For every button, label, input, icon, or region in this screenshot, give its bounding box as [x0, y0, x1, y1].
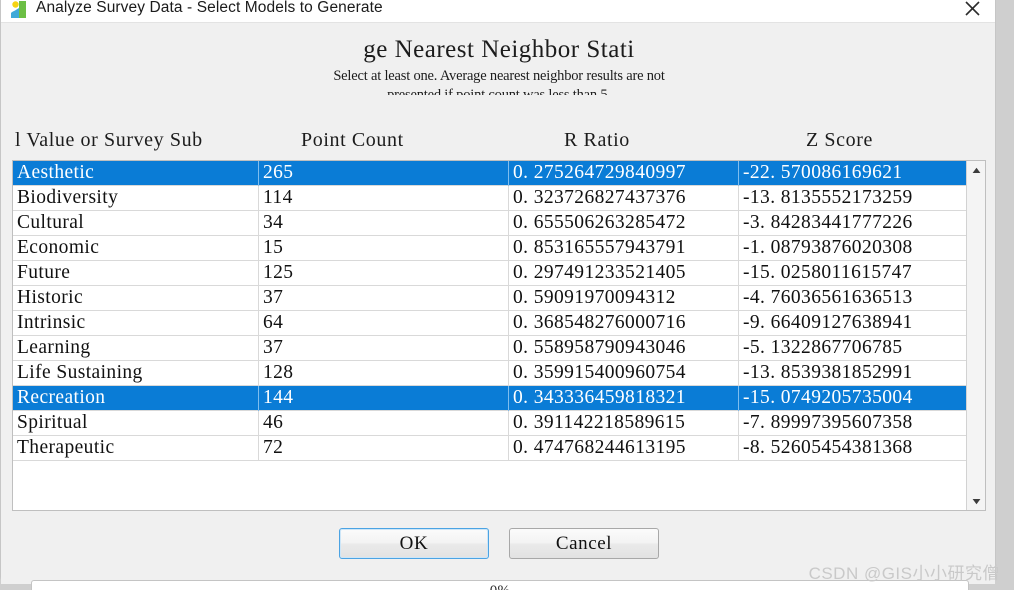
cell-point-count: 114 [259, 186, 509, 211]
close-icon [964, 0, 981, 17]
cell-name: Biodiversity [13, 186, 259, 211]
cell-r-ratio: 0. 655506263285472 [509, 211, 739, 236]
scroll-down-button[interactable] [967, 492, 985, 510]
dialog-body: ge Nearest Neighbor Stati Select at leas… [1, 22, 997, 590]
title-bar: Analyze Survey Data - Select Models to G… [1, 0, 995, 22]
cell-r-ratio: 0. 474768244613195 [509, 436, 739, 461]
table-row[interactable]: Learning 37 0. 558958790943046 -5. 13228677… [13, 336, 966, 361]
cell-name: Intrinsic [13, 311, 259, 336]
cell-r-ratio: 0. 343336459818321 [509, 386, 739, 411]
cell-r-ratio: 0. 323726827437376 [509, 186, 739, 211]
cell-z-score: -9. 66409127638941 [743, 312, 913, 333]
ok-button[interactable]: OK [339, 528, 489, 559]
cell-name: Spiritual [13, 411, 259, 436]
cell-point-count: 265 [259, 161, 509, 186]
table-row[interactable]: Historic 37 0. 59091970094312 -4. 760365616… [13, 286, 966, 311]
cell-point-count: 46 [259, 411, 509, 436]
column-header-name[interactable]: l Value or Survey Sub [15, 129, 203, 152]
dialog-buttons: OK Cancel [1, 528, 997, 559]
subtitle-line-1: Select at least one. Average nearest nei… [333, 68, 665, 84]
cell-z-score: -4. 76036561636513 [743, 287, 913, 308]
cell-name: Therapeutic [13, 436, 259, 461]
cell-z-score: -15. 0258011615747 [743, 262, 912, 283]
vertical-scrollbar[interactable] [966, 161, 985, 510]
cell-z-score: -15. 0749205735004 [743, 387, 913, 408]
cell-point-count: 125 [259, 261, 509, 286]
triangle-down-icon [972, 492, 981, 510]
cell-z-score: -13. 8539381852991 [743, 362, 913, 383]
screen: Analyze Survey Data - Select Models to G… [0, 0, 1014, 590]
table-row[interactable]: Therapeutic 72 0. 474768244613195 -8. 52605… [13, 436, 966, 461]
cell-name: Learning [13, 336, 259, 361]
scroll-up-button[interactable] [967, 161, 985, 179]
table-row[interactable]: Life Sustaining 128 0. 359915400960754 -13.… [13, 361, 966, 386]
cell-r-ratio: 0. 59091970094312 [509, 286, 739, 311]
table-row[interactable]: Intrinsic 64 0. 368548276000716 -9. 6640912… [13, 311, 966, 336]
cell-point-count: 15 [259, 236, 509, 261]
table-row[interactable]: Recreation 144 0. 343336459818321 -15. 0749… [13, 386, 966, 411]
cell-r-ratio: 0. 853165557943791 [509, 236, 739, 261]
table-row[interactable]: Cultural 34 0. 655506263285472 -3. 84283441… [13, 211, 966, 236]
cell-point-count: 72 [259, 436, 509, 461]
table-row[interactable]: Aesthetic 265 0. 275264729840997 -22. 57008… [13, 161, 966, 186]
cell-point-count: 37 [259, 286, 509, 311]
cell-point-count: 37 [259, 336, 509, 361]
table-column-headers: l Value or Survey Sub Point Count R Rati… [1, 129, 997, 158]
subtitle-line-2: presented if point count was less than 5… [387, 87, 611, 95]
table-row[interactable]: Future 125 0. 297491233521405 -15. 02580116… [13, 261, 966, 286]
cell-z-score: -8. 52605454381368 [743, 437, 913, 458]
cell-name: Cultural [13, 211, 259, 236]
window-title: Analyze Survey Data - Select Models to G… [36, 0, 383, 16]
cell-name: Recreation [13, 386, 259, 411]
triangle-up-icon [972, 161, 981, 179]
cell-point-count: 64 [259, 311, 509, 336]
cell-r-ratio: 0. 275264729840997 [509, 161, 739, 186]
results-list-body: Aesthetic 265 0. 275264729840997 -22. 57008… [13, 161, 966, 510]
cell-point-count: 34 [259, 211, 509, 236]
cell-z-score: -3. 84283441777226 [743, 212, 913, 233]
cell-name: Aesthetic [13, 161, 259, 186]
cell-name: Economic [13, 236, 259, 261]
page-title: ge Nearest Neighbor Stati [363, 36, 635, 63]
table-row[interactable]: Economic 15 0. 853165557943791 -1. 08793876… [13, 236, 966, 261]
cancel-button[interactable]: Cancel [509, 528, 659, 559]
arcgis-logo-icon [9, 0, 29, 19]
heading-block: ge Nearest Neighbor Stati Select at leas… [1, 33, 997, 95]
cell-r-ratio: 0. 359915400960754 [509, 361, 739, 386]
cell-z-score: -13. 8135552173259 [743, 187, 913, 208]
progress-value-label: 0% [490, 583, 511, 590]
cell-z-score: -1. 08793876020308 [743, 237, 913, 258]
cell-name: Historic [13, 286, 259, 311]
cell-name: Life Sustaining [13, 361, 259, 386]
cell-z-score: -5. 1322867706785 [743, 337, 903, 358]
cell-point-count: 128 [259, 361, 509, 386]
dialog-window: Analyze Survey Data - Select Models to G… [0, 0, 997, 590]
cell-z-score: -7. 89997395607358 [743, 412, 913, 433]
column-header-point-count[interactable]: Point Count [301, 129, 404, 152]
progress-bar: 0% [31, 580, 969, 590]
table-row[interactable]: Biodiversity 114 0. 323726827437376 -13. 81… [13, 186, 966, 211]
cell-r-ratio: 0. 368548276000716 [509, 311, 739, 336]
column-header-z-score[interactable]: Z Score [806, 129, 873, 152]
column-header-r-ratio[interactable]: R Ratio [564, 129, 630, 152]
cell-r-ratio: 0. 391142218589615 [509, 411, 739, 436]
cell-name: Future [13, 261, 259, 286]
cell-point-count: 144 [259, 386, 509, 411]
results-list: Aesthetic 265 0. 275264729840997 -22. 57008… [12, 160, 986, 511]
cell-r-ratio: 0. 297491233521405 [509, 261, 739, 286]
table-row[interactable]: Spiritual 46 0. 391142218589615 -7. 8999739… [13, 411, 966, 436]
cell-z-score: -22. 570086169621 [743, 162, 903, 183]
cell-r-ratio: 0. 558958790943046 [509, 336, 739, 361]
close-button[interactable] [949, 0, 995, 22]
